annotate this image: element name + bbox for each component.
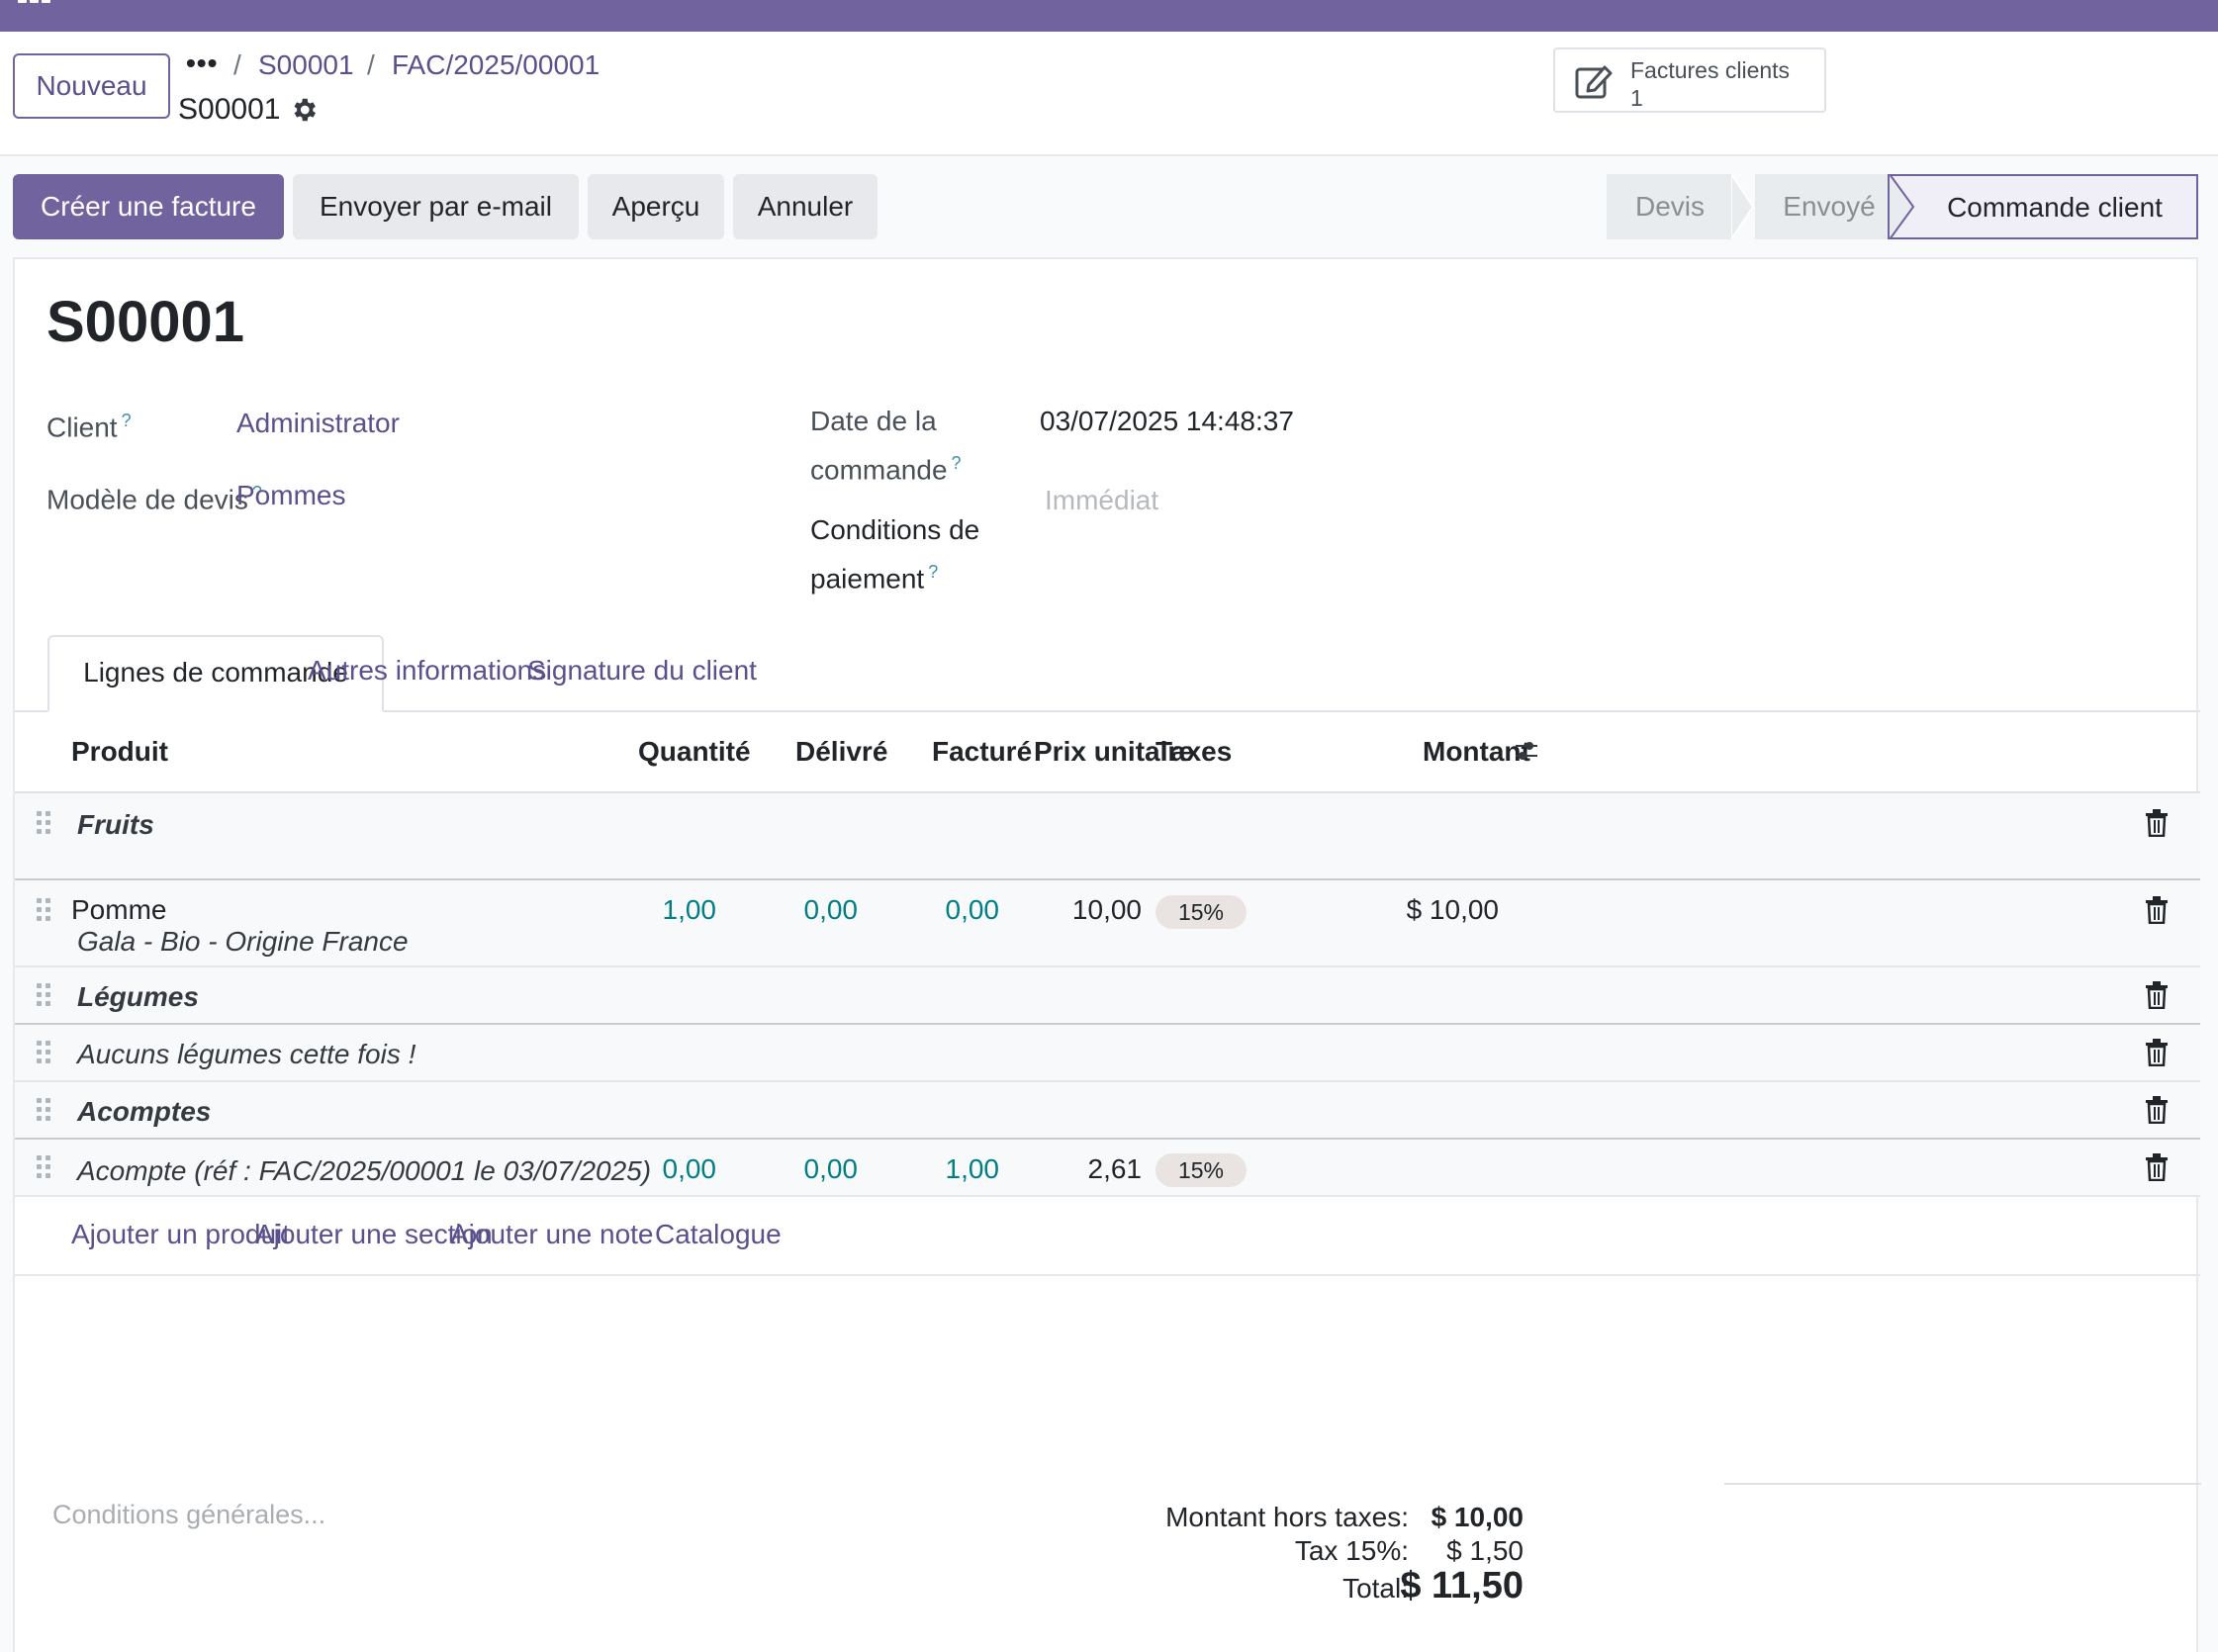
drag-handle-icon[interactable] (37, 898, 52, 924)
column-settings-icon[interactable] (1514, 738, 1539, 764)
action-bar: Créer une facture Envoyer par e-mail Ape… (0, 158, 2218, 257)
order-lines-table: Produit Quantité Délivré Facturé Prix un… (15, 712, 2200, 1276)
order-title: S00001 (46, 290, 244, 354)
tax-value: $ 1,50 (1446, 1535, 1524, 1566)
status-stage-quotation[interactable]: Devis (1607, 174, 1733, 239)
table-row-note[interactable]: Aucuns légumes cette fois ! (15, 1025, 2200, 1082)
product-delivered[interactable]: 0,00 (804, 894, 859, 926)
record-name: S00001 (178, 93, 281, 126)
customer-label: Client? (46, 411, 132, 443)
column-delivered[interactable]: Délivré (795, 736, 887, 768)
untaxed-amount-label: Montant hors taxes: (1165, 1502, 1409, 1532)
add-line-links: Ajouter un produit Ajouter une section A… (15, 1197, 2200, 1276)
product-description[interactable]: Gala - Bio - Origine France (77, 926, 409, 958)
create-invoice-button[interactable]: Créer une facture (13, 174, 284, 239)
send-email-button[interactable]: Envoyer par e-mail (293, 174, 579, 239)
top-navbar (0, 0, 2218, 32)
pencil-square-icon (1575, 65, 1613, 99)
tax-label: Tax 15%: (1294, 1535, 1409, 1566)
new-button[interactable]: Nouveau (13, 53, 170, 119)
product-name[interactable]: Pomme (71, 894, 166, 926)
total-value: $ 11,50 (1400, 1565, 1524, 1606)
terms-conditions-field[interactable]: Conditions générales... (52, 1500, 325, 1530)
smart-button-label: Factures clients (1630, 57, 1791, 83)
order-date-label: Date de la commande? (810, 406, 962, 486)
tab-other-info[interactable]: Autres informations (308, 655, 546, 687)
column-product[interactable]: Produit (71, 736, 168, 768)
preview-button[interactable]: Aperçu (588, 174, 724, 239)
column-invoiced[interactable]: Facturé (932, 736, 1032, 768)
product-unit-price[interactable]: 10,00 (1072, 894, 1142, 926)
tax-badge[interactable]: 15% (1155, 1153, 1247, 1187)
product-quantity[interactable]: 1,00 (663, 894, 717, 926)
note-text[interactable]: Aucuns légumes cette fois ! (77, 1039, 416, 1070)
drag-handle-icon[interactable] (37, 1041, 52, 1066)
smart-button-count: 1 (1630, 85, 1643, 111)
product-amount: $ 10,00 (1406, 894, 1499, 925)
breadcrumb-separator: / (367, 49, 375, 80)
order-date-field[interactable]: 03/07/2025 14:48:37 (1040, 406, 1294, 437)
table-row-section[interactable]: Fruits (15, 793, 2200, 880)
downpayment-invoiced[interactable]: 1,00 (946, 1153, 1000, 1185)
table-row-product[interactable]: Pomme Gala - Bio - Origine France 1,00 0… (15, 880, 2200, 967)
status-arrow-icon (1731, 174, 1755, 239)
status-stage-sent[interactable]: Envoyé (1755, 174, 1903, 239)
customer-field[interactable]: Administrator (236, 408, 400, 439)
trash-icon[interactable] (2145, 809, 2169, 837)
control-panel: Nouveau ••• / S00001 / FAC/2025/00001 S0… (0, 32, 2218, 156)
drag-handle-icon[interactable] (37, 811, 52, 837)
breadcrumb-invoice[interactable]: FAC/2025/00001 (392, 49, 600, 81)
column-quantity[interactable]: Quantité (638, 736, 751, 768)
quotation-template-field[interactable]: Pommes (236, 480, 345, 511)
breadcrumb-order[interactable]: S00001 (258, 49, 354, 81)
column-taxes[interactable]: Taxes (1155, 736, 1232, 768)
trash-icon[interactable] (2145, 981, 2169, 1009)
add-note-link[interactable]: Ajouter une note (450, 1219, 654, 1250)
untaxed-amount-value: $ 10,00 (1431, 1502, 1524, 1532)
payment-terms-label: Conditions de paiement? (810, 514, 980, 595)
totals-divider (1724, 1483, 2201, 1485)
table-header: Produit Quantité Délivré Facturé Prix un… (15, 712, 2200, 793)
downpayment-unit-price[interactable]: 2,61 (1088, 1153, 1143, 1185)
payment-terms-field[interactable]: Immédiat (1045, 485, 1158, 516)
trash-icon[interactable] (2145, 1096, 2169, 1124)
form-sheet: S00001 Client? Administrator Modèle de d… (13, 257, 2201, 1652)
breadcrumb-more[interactable]: ••• (186, 47, 218, 79)
drag-handle-icon[interactable] (37, 983, 52, 1009)
status-bar: Devis Envoyé Commande client (1607, 174, 2198, 241)
help-icon[interactable]: ? (122, 411, 132, 430)
cancel-button[interactable]: Annuler (733, 174, 878, 239)
trash-icon[interactable] (2145, 1039, 2169, 1066)
drag-handle-icon[interactable] (37, 1155, 52, 1181)
drag-handle-icon[interactable] (37, 1098, 52, 1124)
section-name[interactable]: Acomptes (77, 1096, 211, 1128)
total-label: Total: (1342, 1573, 1409, 1604)
help-icon[interactable]: ? (928, 562, 938, 582)
downpayment-name[interactable]: Acompte (réf : FAC/2025/00001 le 03/07/2… (77, 1155, 651, 1187)
catalog-button[interactable]: Catalogue (655, 1219, 782, 1250)
table-row-section[interactable]: Légumes (15, 967, 2200, 1025)
gear-icon[interactable] (289, 95, 319, 125)
notebook-tabs: Lignes de commande Autres informations S… (15, 635, 2200, 712)
table-row-downpayment[interactable]: Acompte (réf : FAC/2025/00001 le 03/07/2… (15, 1140, 2200, 1197)
tab-customer-signature[interactable]: Signature du client (527, 655, 757, 687)
downpayment-quantity[interactable]: 0,00 (663, 1153, 717, 1185)
status-stage-sales-order[interactable]: Commande client (1888, 174, 2198, 239)
quotation-template-label: Modèle de devis? (46, 483, 262, 515)
tax-badge[interactable]: 15% (1155, 895, 1247, 929)
trash-icon[interactable] (2145, 896, 2169, 924)
status-arrow-icon (1889, 174, 1915, 239)
product-invoiced[interactable]: 0,00 (946, 894, 1000, 926)
apps-menu-icon[interactable] (18, 0, 51, 6)
breadcrumb-separator: / (233, 49, 241, 80)
table-row-section[interactable]: Acomptes (15, 1082, 2200, 1140)
customer-invoices-smart-button[interactable]: Factures clients 1 (1553, 47, 1826, 113)
trash-icon[interactable] (2145, 1153, 2169, 1181)
section-name[interactable]: Légumes (77, 981, 199, 1013)
section-name[interactable]: Fruits (77, 809, 154, 841)
help-icon[interactable]: ? (952, 453, 962, 473)
downpayment-delivered[interactable]: 0,00 (804, 1153, 859, 1185)
